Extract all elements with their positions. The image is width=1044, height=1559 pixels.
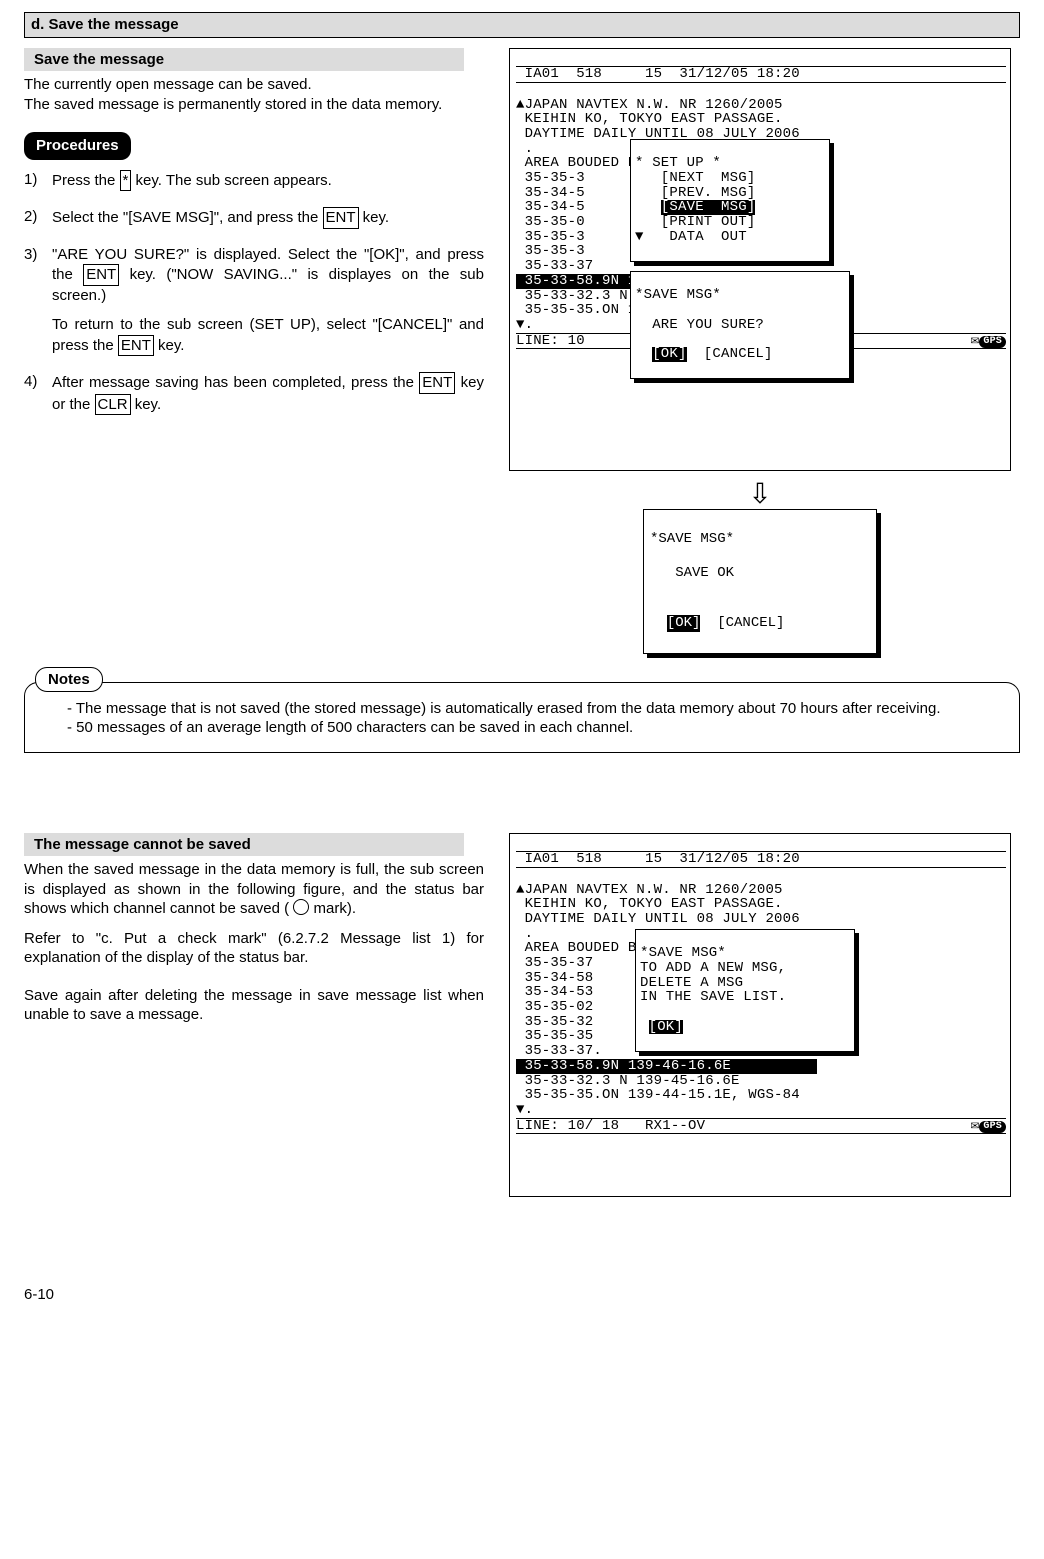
cannot-para-3: Save again after deleting the message in… xyxy=(24,986,484,1025)
cannot-save-heading: The message cannot be saved xyxy=(24,833,464,857)
step2-text-b: key. xyxy=(359,209,390,226)
note-1: - The message that is not saved (the sto… xyxy=(67,699,1005,719)
step4-text-a: After message saving has been completed,… xyxy=(52,374,419,391)
cannot-para1-b: mark). xyxy=(309,900,356,917)
step-3: 3) "ARE YOU SURE?" is displayed. Select … xyxy=(24,245,484,357)
lcd2-status-bottom: LINE: 10/ 18 RX1--OV✉GPS xyxy=(516,1118,1006,1135)
ok-button[interactable]: [OK] xyxy=(667,615,701,632)
gps-icon: GPS xyxy=(979,336,1006,349)
ok-button[interactable]: [OK] xyxy=(649,1020,683,1035)
procedures-label-text: Procedures xyxy=(36,137,119,154)
gps-icon: GPS xyxy=(979,1121,1006,1134)
step2-text-a: Select the "[SAVE MSG]", and press the xyxy=(52,209,323,226)
page-number: 6-10 xyxy=(24,1285,1020,1305)
save-popup-title: *SAVE MSG* xyxy=(635,287,721,303)
setup-popup: * SET UP * [NEXT MSG] [PREV. MSG] [SAVE … xyxy=(630,139,830,263)
lcd-screen-1: IA01 518 15 31/12/05 18:20 ▲JAPAN NAVTEX… xyxy=(509,48,1011,471)
arrow-down-icon: ⇩ xyxy=(748,483,771,505)
clr-key: CLR xyxy=(95,394,131,416)
notes-box: Notes - The message that is not saved (t… xyxy=(24,682,1020,753)
section-title-text: d. Save the message xyxy=(31,16,179,33)
intro-paragraph: The currently open message can be saved.… xyxy=(24,75,484,114)
cancel-button[interactable]: [CANCEL] xyxy=(687,346,773,362)
lcd2-body2: 35-33-32.3 N 139-45-16.6E 35-35-35.ON 13… xyxy=(516,1073,800,1118)
save-ok-title: *SAVE MSG* xyxy=(650,531,734,547)
step-2: 2) Select the "[SAVE MSG]", and press th… xyxy=(24,207,484,229)
step4-text-c: key. xyxy=(131,396,162,413)
memfull-title: *SAVE MSG* xyxy=(640,945,726,961)
ent-key: ENT xyxy=(323,207,359,229)
lcd1-status-top: IA01 518 15 31/12/05 18:20 xyxy=(516,66,1006,83)
ok-button[interactable]: [OK] xyxy=(652,347,686,362)
lcd-screen-2: IA01 518 15 31/12/05 18:20 ▲JAPAN NAVTEX… xyxy=(509,833,1011,1198)
step-1: 1) Press the * key. The sub screen appea… xyxy=(24,170,484,192)
save-message-heading-text: Save the message xyxy=(34,51,164,68)
cannot-para-1: When the saved message in the data memor… xyxy=(24,860,484,919)
memfull-line2: DELETE A MSG xyxy=(640,975,743,991)
save-ok-popup: *SAVE MSG* SAVE OK [OK] [CANCEL] xyxy=(643,509,877,653)
lcd2-status-top: IA01 518 15 31/12/05 18:20 xyxy=(516,851,1006,868)
lcd2-highlight-row: 35-33-58.9N 139-46-16.6E xyxy=(516,1059,817,1074)
ent-key: ENT xyxy=(118,335,154,357)
step1-text-b: key. The sub screen appears. xyxy=(131,172,331,189)
procedures-label: Procedures xyxy=(24,132,131,160)
save-ok-body: SAVE OK xyxy=(650,565,734,581)
lcd1-line-label: LINE: 10 xyxy=(516,333,585,349)
save-confirm-popup: *SAVE MSG* ARE YOU SURE? [OK] [CANCEL] xyxy=(630,271,850,380)
save-message-heading: Save the message xyxy=(24,48,464,72)
setup-popup-selected[interactable]: [SAVE MSG] xyxy=(661,200,756,215)
cannot-para1-a: When the saved message in the data memor… xyxy=(24,861,484,917)
cannot-para-2: Refer to "c. Put a check mark" (6.2.7.2 … xyxy=(24,929,484,968)
asterisk-key: * xyxy=(120,170,132,192)
step3-text-d: key. xyxy=(154,337,185,354)
notes-label: Notes xyxy=(35,667,103,693)
cancel-button[interactable]: [CANCEL] xyxy=(700,615,784,631)
memory-full-popup: *SAVE MSG* TO ADD A NEW MSG, DELETE A MS… xyxy=(635,929,855,1053)
lcd2-line-label: LINE: 10/ 18 RX1--OV xyxy=(516,1118,705,1134)
step1-text-a: Press the xyxy=(52,172,120,189)
save-popup-question: ARE YOU SURE? xyxy=(635,317,764,333)
step3-text-c: To return to the sub screen (SET UP), se… xyxy=(52,316,484,354)
memfull-line1: TO ADD A NEW MSG, xyxy=(640,960,786,976)
section-title-bar: d. Save the message xyxy=(24,12,1020,38)
step-4: 4) After message saving has been complet… xyxy=(24,372,484,415)
circle-mark-icon xyxy=(293,899,309,915)
ent-key: ENT xyxy=(419,372,455,394)
setup-popup-lines2: [PRINT OUT] ▼ DATA OUT xyxy=(635,214,755,245)
note-2: - 50 messages of an average length of 50… xyxy=(67,718,1005,738)
ent-key: ENT xyxy=(83,264,119,286)
cannot-save-heading-text: The message cannot be saved xyxy=(34,836,251,853)
memfull-line3: IN THE SAVE LIST. xyxy=(640,989,786,1005)
